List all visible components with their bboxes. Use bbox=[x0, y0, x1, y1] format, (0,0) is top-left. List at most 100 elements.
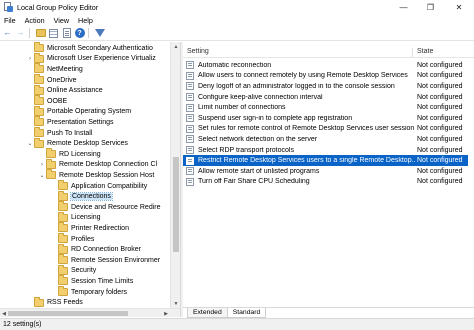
group-policy-app-icon bbox=[3, 2, 13, 12]
policy-state: Not configured bbox=[417, 178, 463, 186]
tree-item[interactable]: ⌄ Remote Desktop Services bbox=[26, 137, 128, 149]
policy-row[interactable]: Turn off Fair Share CPU Scheduling Not co… bbox=[183, 177, 468, 188]
policy-row[interactable]: Automatic reconnection Not configured bbox=[183, 60, 468, 71]
tree-item-label: Printer Redirection bbox=[71, 224, 129, 232]
policy-row[interactable]: Set rules for remote control of Remote D… bbox=[183, 124, 468, 135]
menu-view[interactable]: View bbox=[50, 16, 74, 25]
tree-item-label: Remote Desktop Services bbox=[47, 140, 128, 148]
policy-setting-name: Restrict Remote Desktop Services users t… bbox=[198, 157, 416, 165]
scroll-left-icon[interactable]: ◀ bbox=[0, 309, 8, 318]
filter-icon[interactable] bbox=[94, 28, 105, 39]
policy-state: Not configured bbox=[417, 104, 463, 112]
folder-icon bbox=[34, 95, 44, 106]
tree-item-label: NetMeeting bbox=[47, 65, 83, 73]
policy-row[interactable]: Select network detection on the server No… bbox=[183, 134, 468, 145]
policy-setting-name: Select RDP transport protocols bbox=[198, 146, 294, 154]
folder-icon bbox=[34, 74, 44, 85]
minimize-button[interactable]: — bbox=[390, 0, 417, 14]
folder-icon bbox=[58, 180, 68, 191]
tree-horizontal-scrollbar[interactable]: ◀ ▶ bbox=[0, 308, 180, 317]
maximize-button[interactable]: ❐ bbox=[417, 0, 444, 14]
policy-tree[interactable]: Microsoft Secondary Authenticatio › Micros… bbox=[0, 42, 180, 308]
policy-setting-name: Deny logoff of an administrator logged i… bbox=[198, 82, 395, 90]
tree-item[interactable]: Temporary folders bbox=[50, 286, 127, 298]
expanded-chevron-icon[interactable]: ⌄ bbox=[26, 140, 34, 147]
policy-row[interactable]: Select RDP transport protocols Not config… bbox=[183, 145, 468, 156]
policy-state: Not configured bbox=[417, 72, 463, 80]
tree-item[interactable]: RSS Feeds bbox=[26, 296, 83, 308]
policy-setting-icon bbox=[186, 135, 194, 144]
help-icon[interactable]: ? bbox=[74, 28, 85, 39]
folder-icon bbox=[34, 63, 44, 74]
folder-icon bbox=[34, 116, 44, 127]
policy-setting-icon bbox=[186, 177, 194, 186]
tree-item-label: Portable Operating System bbox=[47, 108, 132, 116]
tree-item[interactable]: Device and Resource Redire bbox=[50, 201, 161, 213]
menu-help[interactable]: Help bbox=[74, 16, 98, 25]
tree-item[interactable]: Portable Operating System bbox=[26, 105, 132, 118]
folder-icon bbox=[58, 201, 68, 212]
policy-setting-icon bbox=[186, 167, 194, 176]
policy-row[interactable]: Limit number of connections Not configure… bbox=[183, 102, 468, 113]
tree-item[interactable]: Remote Session Environmer bbox=[50, 254, 160, 266]
policy-row[interactable]: Allow remote start of unlisted programs N… bbox=[183, 166, 468, 177]
list-scroll-area bbox=[468, 59, 474, 303]
tree-item[interactable]: Application Compatibility bbox=[50, 180, 147, 192]
status-text: 12 setting(s) bbox=[3, 321, 42, 328]
column-header-state[interactable]: State bbox=[417, 48, 433, 55]
policy-state: Not configured bbox=[417, 167, 463, 175]
tree-item[interactable]: OneDrive bbox=[26, 74, 77, 86]
menu-action[interactable]: Action bbox=[21, 16, 50, 25]
forward-arrow-icon[interactable]: → bbox=[15, 28, 26, 39]
policy-setting-name: Turn off Fair Share CPU Scheduling bbox=[198, 178, 310, 186]
tree-item[interactable]: OOBE bbox=[26, 95, 67, 107]
folder-icon bbox=[58, 264, 68, 275]
policy-setting-icon bbox=[186, 156, 194, 165]
collapsed-chevron-icon[interactable]: › bbox=[38, 162, 46, 168]
tree-item[interactable]: ⌄ Remote Desktop Session Host bbox=[38, 169, 154, 181]
column-header-setting[interactable]: Setting bbox=[187, 48, 209, 55]
policy-row[interactable]: Configure keep-alive connection interval… bbox=[183, 92, 468, 103]
scroll-thumb[interactable] bbox=[173, 157, 179, 252]
folder-icon bbox=[34, 84, 44, 95]
policy-row[interactable]: Restrict Remote Desktop Services users t… bbox=[183, 155, 468, 166]
tree-item[interactable]: Microsoft Secondary Authenticatio bbox=[26, 42, 153, 54]
policy-setting-icon bbox=[186, 114, 194, 123]
policy-state: Not configured bbox=[417, 135, 463, 143]
tree-item-label: RSS Feeds bbox=[47, 299, 83, 307]
tree-item[interactable]: Security bbox=[50, 264, 96, 277]
folder-icon bbox=[58, 190, 68, 201]
tab-standard[interactable]: Standard bbox=[226, 308, 267, 318]
tree-item[interactable]: › Remote Desktop Connection Cl bbox=[38, 158, 157, 171]
menu-file[interactable]: File bbox=[0, 16, 21, 25]
policy-row[interactable]: Suspend user sign-in to complete app reg… bbox=[183, 113, 468, 124]
collapsed-chevron-icon[interactable]: › bbox=[26, 56, 34, 62]
tree-item[interactable]: › Microsoft User Experience Virtualiz bbox=[26, 52, 156, 65]
close-button[interactable]: ✕ bbox=[444, 0, 474, 14]
policy-row[interactable]: Deny logoff of an administrator logged i… bbox=[183, 81, 468, 92]
settings-pane: Setting State Automatic reconnection Not … bbox=[183, 42, 474, 317]
tree-item-label: Session Time Limits bbox=[71, 277, 134, 285]
policy-setting-name: Suspend user sign-in to complete app reg… bbox=[198, 114, 353, 122]
title-bar: Local Group Policy Editor — ❐ ✕ bbox=[0, 0, 474, 14]
column-divider[interactable] bbox=[412, 48, 413, 57]
folder-icon bbox=[46, 169, 56, 180]
folder-icon bbox=[58, 275, 68, 286]
policy-row[interactable]: Allow users to connect remotely by using… bbox=[183, 71, 468, 82]
scroll-thumb[interactable] bbox=[8, 311, 128, 316]
tab-extended[interactable]: Extended bbox=[187, 308, 228, 318]
export-list-icon[interactable] bbox=[61, 28, 72, 39]
up-folder-icon[interactable] bbox=[35, 28, 46, 39]
folder-icon bbox=[34, 296, 44, 307]
show-hide-tree-icon[interactable] bbox=[48, 28, 59, 39]
tree-vertical-scrollbar[interactable]: ▲ ▼ bbox=[170, 42, 180, 308]
policy-state: Not configured bbox=[417, 82, 463, 90]
tree-item-label: Licensing bbox=[71, 214, 101, 222]
tree-item[interactable]: Push To Install bbox=[26, 127, 92, 139]
tree-item-label: Microsoft User Experience Virtualiz bbox=[47, 55, 156, 63]
tree-item-label: Presentation Settings bbox=[47, 118, 114, 126]
back-arrow-icon[interactable]: ← bbox=[2, 28, 13, 39]
expanded-chevron-icon[interactable]: ⌄ bbox=[38, 172, 46, 179]
tree-item[interactable]: Profiles bbox=[50, 233, 94, 245]
scroll-right-icon[interactable]: ▶ bbox=[162, 309, 170, 318]
